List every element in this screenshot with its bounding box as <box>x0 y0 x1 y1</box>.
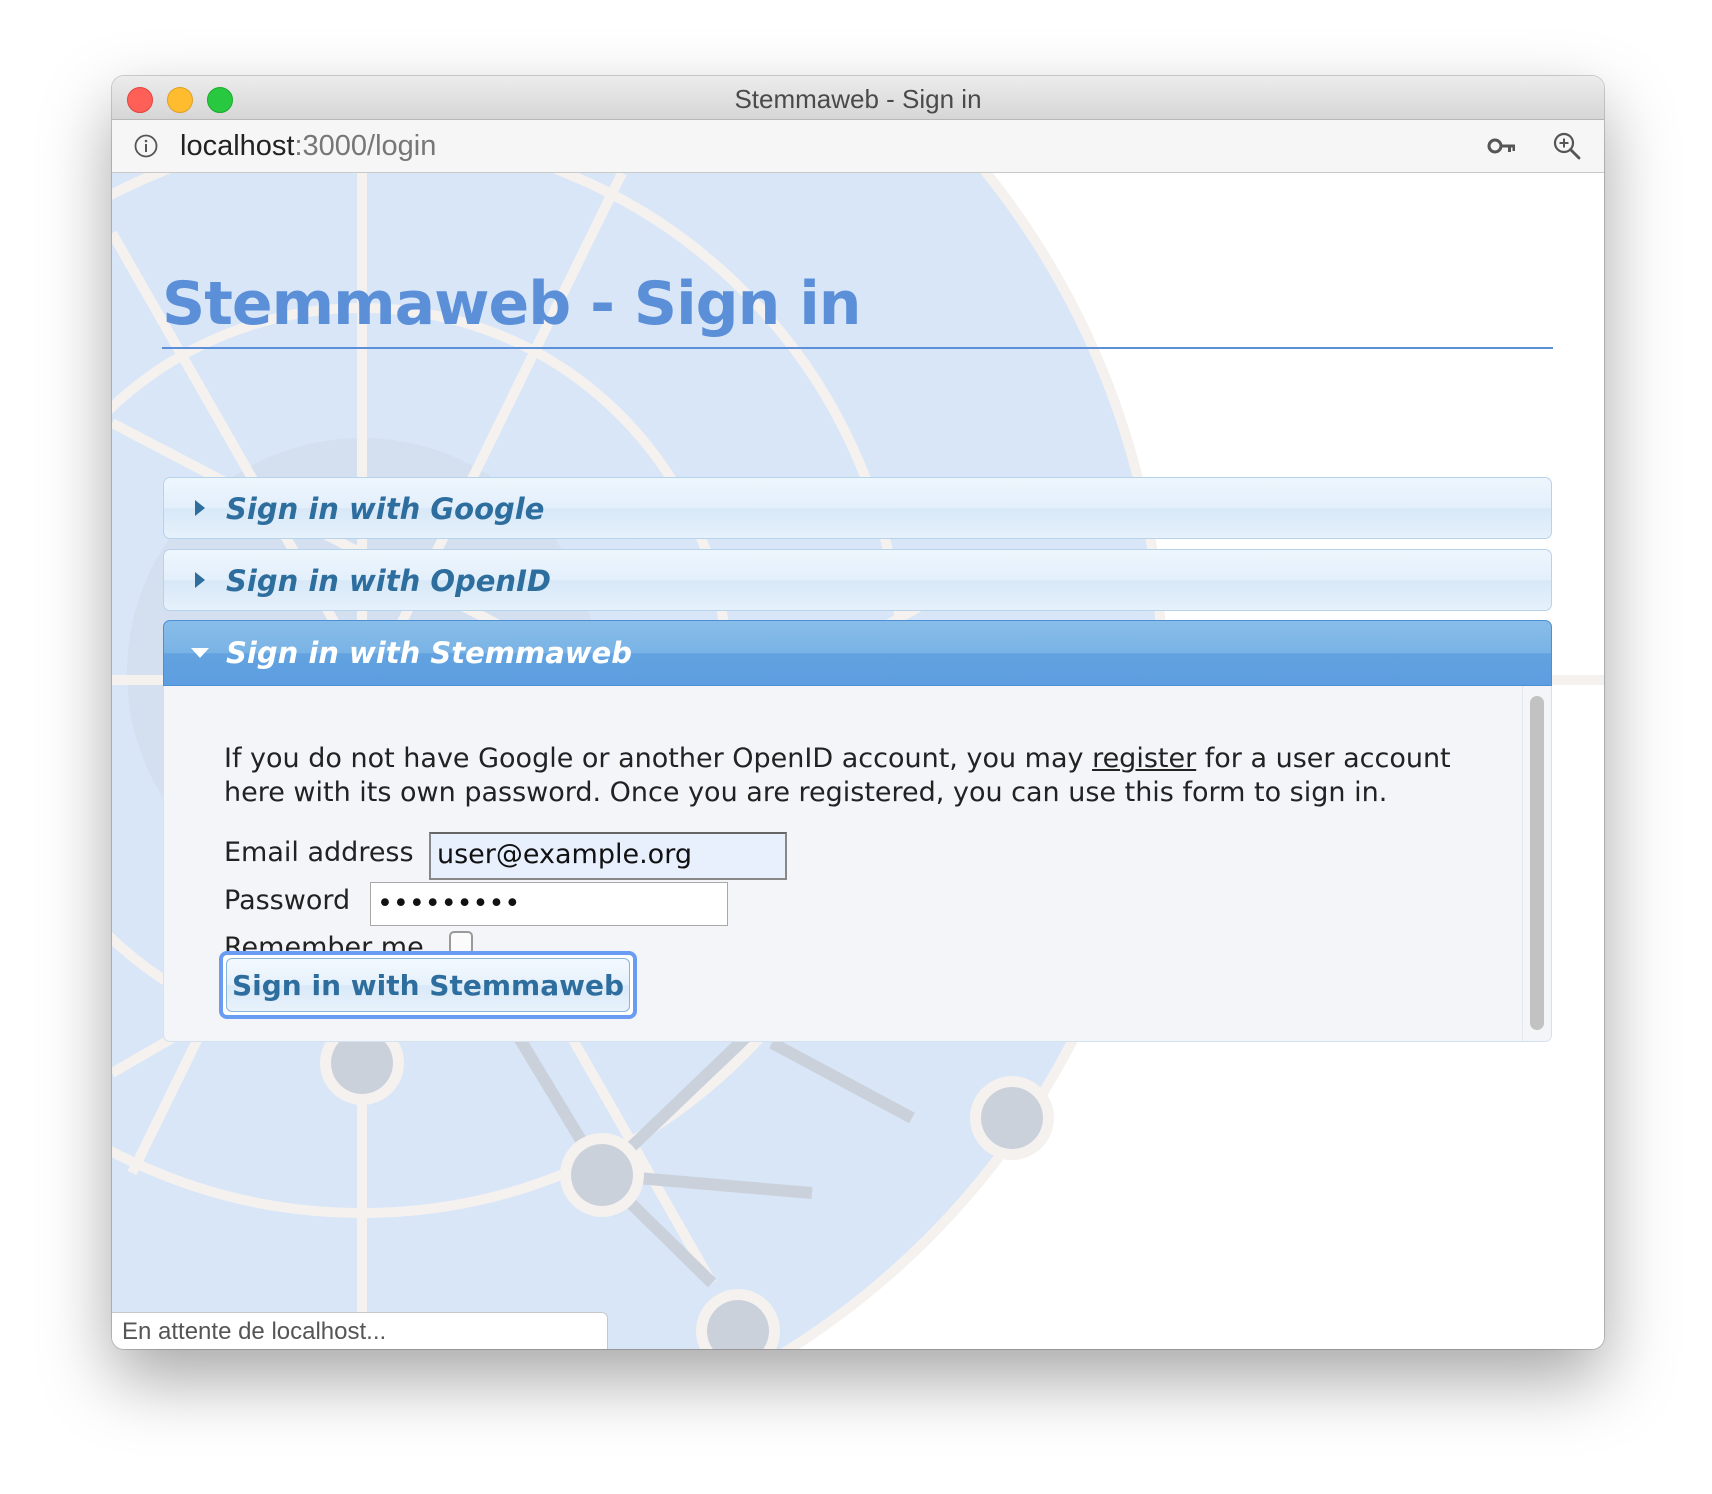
stemmaweb-signin-panel: If you do not have Google or another Ope… <box>163 686 1552 1042</box>
zoom-in-icon[interactable] <box>1552 131 1582 161</box>
panel-intro-text: If you do not have Google or another Ope… <box>224 742 1484 810</box>
status-bar: En attente de localhost... <box>112 1312 608 1349</box>
intro-text-before: If you do not have Google or another Ope… <box>224 743 1093 774</box>
register-link[interactable]: register <box>1092 743 1196 774</box>
accordion-openid[interactable]: Sign in with OpenID <box>163 549 1552 611</box>
address-bar[interactable]: localhost:3000/login <box>112 120 1604 173</box>
password-field[interactable]: ••••••••• <box>370 882 728 926</box>
panel-scrollbar[interactable] <box>1522 686 1551 1041</box>
url-host: localhost <box>180 130 295 162</box>
url-text[interactable]: localhost:3000/login <box>180 130 436 163</box>
accordion-label-stemmaweb: Sign in with Stemmaweb <box>226 636 632 670</box>
accordion-label-google: Sign in with Google <box>226 492 545 526</box>
email-label: Email address <box>224 837 414 868</box>
page-content: Stemmaweb - Sign in Sign in with Google … <box>112 173 1604 1349</box>
title-underline <box>162 347 1553 349</box>
browser-window: Stemmaweb - Sign in localhost:3000/login <box>112 76 1604 1349</box>
accordion-label-openid: Sign in with OpenID <box>226 564 551 598</box>
accordion-google[interactable]: Sign in with Google <box>163 477 1552 539</box>
url-path: :3000/login <box>294 130 437 162</box>
screenshot-stage: Stemmaweb - Sign in localhost:3000/login <box>0 0 1712 1494</box>
window-title: Stemmaweb - Sign in <box>734 84 982 114</box>
collapsed-arrow-icon <box>195 572 205 588</box>
page-title: Stemmaweb - Sign in <box>162 269 861 339</box>
key-icon[interactable] <box>1487 134 1517 158</box>
accordion-stemmaweb[interactable]: Sign in with Stemmaweb <box>163 620 1552 686</box>
password-label: Password <box>224 885 351 916</box>
email-field[interactable]: user@example.org <box>429 832 787 880</box>
info-icon[interactable] <box>134 134 158 158</box>
window-titlebar[interactable]: Stemmaweb - Sign in <box>112 76 1604 120</box>
expanded-arrow-icon <box>191 648 209 658</box>
panel-scrollbar-thumb[interactable] <box>1530 696 1544 1030</box>
sign-in-button-label: Sign in with Stemmaweb <box>226 958 630 1012</box>
collapsed-arrow-icon <box>195 500 205 516</box>
sign-in-stemmaweb-button[interactable]: Sign in with Stemmaweb <box>219 951 637 1019</box>
